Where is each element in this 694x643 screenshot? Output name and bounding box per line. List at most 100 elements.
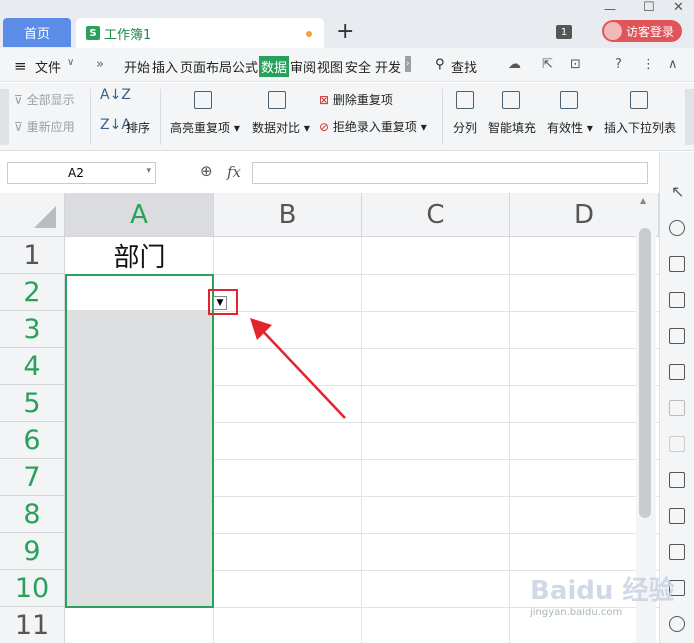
row-header-10[interactable]: 10	[0, 570, 65, 607]
table-icon[interactable]	[669, 292, 685, 308]
column-header-b[interactable]: B	[214, 193, 362, 237]
annotation-highlight-box	[208, 289, 238, 315]
divider	[442, 89, 443, 145]
fill-icon[interactable]	[669, 256, 685, 272]
export-icon[interactable]: ⊡	[570, 57, 581, 72]
show-all-label: 全部显示	[26, 93, 75, 107]
image-frame-icon[interactable]	[669, 472, 685, 488]
sort-asc-icon[interactable]: A↓Z	[100, 87, 131, 103]
close-icon[interactable]: ✕	[673, 0, 684, 15]
settings-sliders-icon[interactable]	[669, 400, 685, 416]
insert-dropdown-icon	[630, 91, 648, 112]
menu-review[interactable]: 审阅	[290, 57, 316, 76]
column-header-c[interactable]: C	[362, 193, 510, 237]
help-icon[interactable]: ?	[615, 57, 622, 72]
more-chevron-icon[interactable]: »	[96, 57, 104, 72]
remove-dup-icon: ⊠	[319, 93, 330, 107]
collapse-ribbon-icon[interactable]: ∧	[668, 57, 678, 72]
select-all-corner[interactable]	[0, 193, 65, 237]
share-icon[interactable]: ⇱	[542, 57, 553, 72]
guest-login-button[interactable]: 访客登录	[602, 20, 682, 42]
highlight-dup-icon	[194, 91, 212, 112]
validity-icon	[560, 91, 578, 112]
row-header-7[interactable]: 7	[0, 459, 65, 496]
reject-dup-button[interactable]: ⊘ 拒绝录入重复项 ▾	[319, 118, 427, 135]
show-all-button[interactable]: ⊽ 全部显示	[14, 91, 75, 108]
smart-fill-button[interactable]: 智能填充	[488, 119, 536, 136]
name-box[interactable]: A2	[7, 162, 156, 184]
row-header-8[interactable]: 8	[0, 496, 65, 533]
validity-button[interactable]: 有效性 ▾	[547, 119, 593, 136]
scroll-right-icon[interactable]: ›	[405, 56, 411, 72]
search-label[interactable]: 查找	[451, 57, 477, 76]
row-header-3[interactable]: 3	[0, 311, 65, 348]
scrollbar-thumb[interactable]	[639, 228, 651, 518]
smart-fill-icon	[502, 91, 520, 112]
row-header-11[interactable]: 11	[0, 607, 65, 643]
menu-start[interactable]: 开始	[124, 57, 150, 76]
cursor-icon[interactable]: ↖	[671, 182, 684, 201]
funnel-icon: ⊽	[14, 93, 23, 107]
selection-range[interactable]	[65, 274, 214, 608]
chevron-down-icon[interactable]: ∨	[67, 57, 74, 68]
compare-button[interactable]: 数据对比 ▾	[252, 119, 310, 136]
cell-a1[interactable]: 部门	[65, 237, 214, 274]
cloud-icon[interactable]: ☁	[508, 57, 521, 72]
tab-workbook[interactable]: S 工作簿1	[76, 18, 324, 48]
ribbon-data: ⊽ 全部显示 ⊽ 重新应用 A↓Z Z↓A 排序 高亮重复项 ▾ 数据对比 ▾ …	[0, 83, 694, 151]
active-cell-a2[interactable]	[67, 276, 212, 310]
fx-icon[interactable]: fx	[227, 163, 241, 181]
search-icon[interactable]: ⚲	[435, 57, 445, 72]
share-out-icon[interactable]	[669, 508, 685, 524]
sort-button[interactable]: 排序	[126, 119, 150, 136]
row-header-1[interactable]: 1	[0, 237, 65, 274]
row-header-2[interactable]: 2	[0, 274, 65, 311]
row-header-6[interactable]: 6	[0, 422, 65, 459]
apps-grid-icon[interactable]	[669, 328, 685, 344]
menu-view[interactable]: 视图	[317, 57, 343, 76]
row-header-5[interactable]: 5	[0, 385, 65, 422]
shape-icon[interactable]	[669, 220, 685, 236]
menu-page-layout[interactable]: 页面布局	[180, 57, 232, 76]
menu-insert[interactable]: 插入	[152, 57, 178, 76]
unsaved-dot-icon	[306, 31, 312, 37]
menu-security[interactable]: 安全	[345, 57, 371, 76]
row-header-4[interactable]: 4	[0, 348, 65, 385]
history-icon[interactable]	[669, 616, 685, 632]
zoom-icon[interactable]: ⊕	[200, 162, 213, 180]
scroll-up-icon[interactable]: ▲	[640, 196, 646, 205]
menu-data[interactable]: 数据	[259, 56, 290, 77]
minimize-icon[interactable]: —	[604, 2, 616, 16]
column-header-a[interactable]: A	[65, 193, 214, 237]
maximize-icon[interactable]: ☐	[643, 0, 655, 15]
reapply-label: 重新应用	[26, 120, 75, 134]
ribbon-scroll-left[interactable]	[0, 89, 9, 145]
menu-formula[interactable]: 公式	[232, 57, 258, 76]
reapply-button[interactable]: ⊽ 重新应用	[14, 118, 75, 135]
avatar	[604, 22, 622, 40]
chart-icon[interactable]	[669, 364, 685, 380]
row-header-9[interactable]: 9	[0, 533, 65, 570]
insert-dropdown-button[interactable]: 插入下拉列表	[604, 119, 676, 136]
export-disabled-icon[interactable]	[669, 436, 685, 452]
login-label: 访客登录	[625, 24, 674, 39]
menu-developer[interactable]: 开发	[375, 57, 401, 76]
title-bar: 首页 S 工作簿1 + — ☐ ✕ 1 访客登录	[0, 0, 694, 48]
highlight-dup-button[interactable]: 高亮重复项 ▾	[170, 119, 240, 136]
more-icon[interactable]: ⋮	[642, 57, 655, 72]
tab-home[interactable]: 首页	[3, 18, 71, 47]
window-count-badge[interactable]: 1	[556, 25, 572, 39]
ribbon-scroll-right[interactable]	[685, 89, 694, 145]
divider	[90, 89, 91, 145]
split-button[interactable]: 分列	[453, 119, 477, 136]
archive-icon[interactable]	[669, 544, 685, 560]
workbook-title: 工作簿1	[104, 27, 152, 43]
remove-dup-button[interactable]: ⊠ 删除重复项	[319, 91, 393, 108]
compare-icon	[268, 91, 286, 112]
formula-input[interactable]	[252, 162, 648, 184]
new-tab-plus-icon[interactable]: +	[336, 20, 354, 44]
divider	[160, 89, 161, 145]
menu-file[interactable]: 文件	[35, 57, 61, 76]
split-icon	[456, 91, 474, 112]
hamburger-icon[interactable]: ≡	[14, 57, 27, 75]
